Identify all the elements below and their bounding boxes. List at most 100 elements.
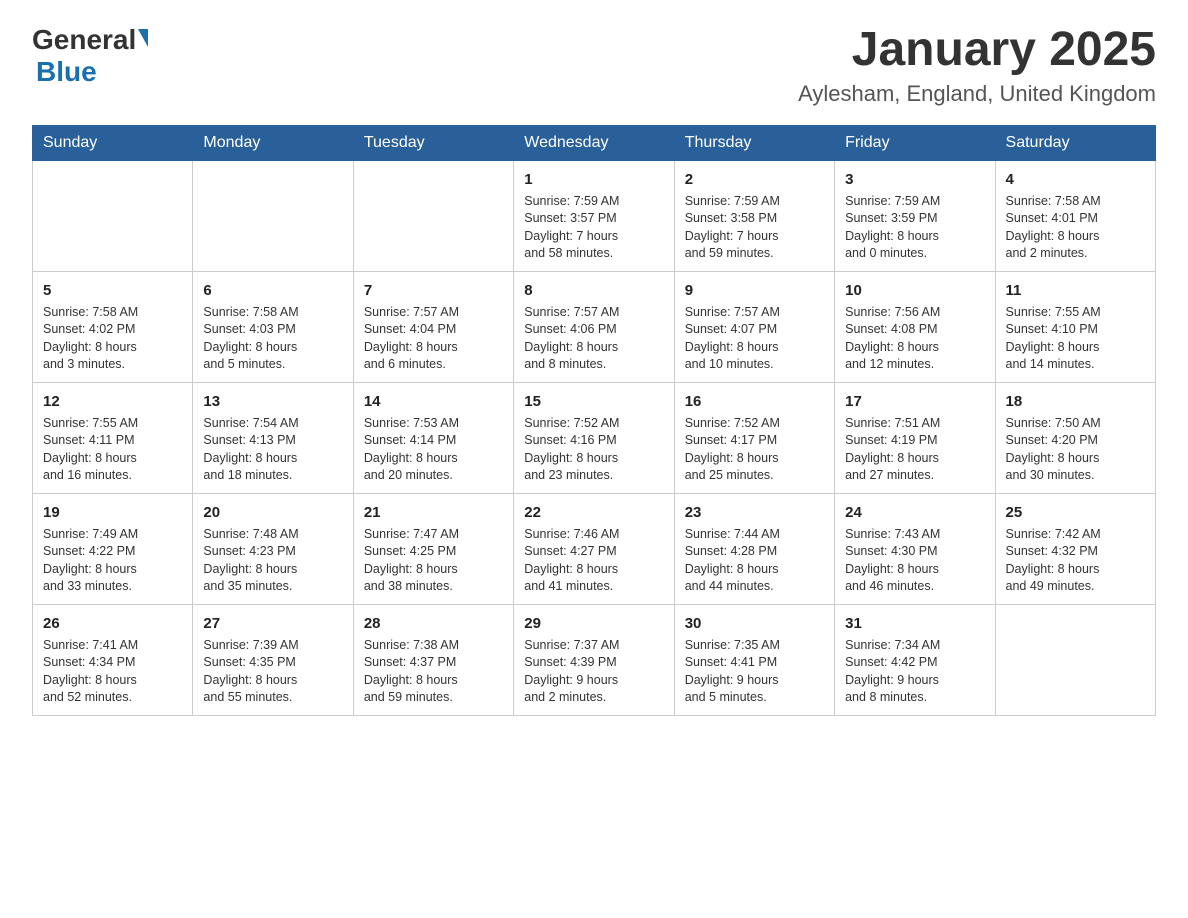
day-number: 8 <box>524 280 663 301</box>
day-info: Sunrise: 7:52 AMSunset: 4:17 PMDaylight:… <box>685 415 824 485</box>
day-number: 21 <box>364 502 503 523</box>
day-number: 1 <box>524 169 663 190</box>
calendar-cell: 20 Sunrise: 7:48 AMSunset: 4:23 PMDayligh… <box>193 493 353 604</box>
day-number: 29 <box>524 613 663 634</box>
calendar-cell <box>33 160 193 271</box>
day-number: 5 <box>43 280 182 301</box>
day-number: 27 <box>203 613 342 634</box>
day-info: Sunrise: 7:59 AMSunset: 3:59 PMDaylight:… <box>845 193 984 263</box>
day-number: 16 <box>685 391 824 412</box>
day-number: 24 <box>845 502 984 523</box>
day-number: 18 <box>1006 391 1145 412</box>
day-number: 4 <box>1006 169 1145 190</box>
calendar-cell: 5 Sunrise: 7:58 AMSunset: 4:02 PMDaylight… <box>33 271 193 382</box>
logo: General Blue <box>32 24 148 88</box>
calendar-cell <box>193 160 353 271</box>
calendar-cell: 3 Sunrise: 7:59 AMSunset: 3:59 PMDaylight… <box>835 160 995 271</box>
day-number: 23 <box>685 502 824 523</box>
calendar-cell: 30 Sunrise: 7:35 AMSunset: 4:41 PMDayligh… <box>674 604 834 715</box>
calendar-cell: 4 Sunrise: 7:58 AMSunset: 4:01 PMDaylight… <box>995 160 1155 271</box>
day-info: Sunrise: 7:57 AMSunset: 4:07 PMDaylight:… <box>685 304 824 374</box>
day-info: Sunrise: 7:59 AMSunset: 3:58 PMDaylight:… <box>685 193 824 263</box>
day-info: Sunrise: 7:56 AMSunset: 4:08 PMDaylight:… <box>845 304 984 374</box>
day-number: 19 <box>43 502 182 523</box>
calendar-cell: 10Sunrise: 7:56 AMSunset: 4:08 PMDayligh… <box>835 271 995 382</box>
calendar-cell: 22 Sunrise: 7:46 AMSunset: 4:27 PMDayligh… <box>514 493 674 604</box>
day-info: Sunrise: 7:59 AMSunset: 3:57 PMDaylight:… <box>524 193 663 263</box>
day-number: 14 <box>364 391 503 412</box>
calendar-cell: 2 Sunrise: 7:59 AMSunset: 3:58 PMDaylight… <box>674 160 834 271</box>
header-saturday: Saturday <box>995 125 1155 160</box>
day-number: 30 <box>685 613 824 634</box>
calendar-cell: 18 Sunrise: 7:50 AMSunset: 4:20 PMDayligh… <box>995 382 1155 493</box>
logo-general: General <box>32 24 136 56</box>
month-title: January 2025 <box>798 24 1156 77</box>
day-info: Sunrise: 7:55 AMSunset: 4:10 PMDaylight:… <box>1006 304 1145 374</box>
calendar-table: Sunday Monday Tuesday Wednesday Thursday… <box>32 125 1156 716</box>
header-monday: Monday <box>193 125 353 160</box>
calendar-cell: 15Sunrise: 7:52 AMSunset: 4:16 PMDayligh… <box>514 382 674 493</box>
calendar-week-row-1: 1 Sunrise: 7:59 AMSunset: 3:57 PMDaylight… <box>33 160 1156 271</box>
day-info: Sunrise: 7:42 AMSunset: 4:32 PMDaylight:… <box>1006 526 1145 596</box>
day-info: Sunrise: 7:43 AMSunset: 4:30 PMDaylight:… <box>845 526 984 596</box>
day-info: Sunrise: 7:39 AMSunset: 4:35 PMDaylight:… <box>203 637 342 707</box>
day-info: Sunrise: 7:58 AMSunset: 4:01 PMDaylight:… <box>1006 193 1145 263</box>
location-title: Aylesham, England, United Kingdom <box>798 81 1156 107</box>
day-info: Sunrise: 7:51 AMSunset: 4:19 PMDaylight:… <box>845 415 984 485</box>
day-info: Sunrise: 7:46 AMSunset: 4:27 PMDaylight:… <box>524 526 663 596</box>
day-info: Sunrise: 7:41 AMSunset: 4:34 PMDaylight:… <box>43 637 182 707</box>
calendar-cell: 29 Sunrise: 7:37 AMSunset: 4:39 PMDayligh… <box>514 604 674 715</box>
calendar-cell: 28 Sunrise: 7:38 AMSunset: 4:37 PMDayligh… <box>353 604 513 715</box>
day-number: 3 <box>845 169 984 190</box>
day-info: Sunrise: 7:58 AMSunset: 4:02 PMDaylight:… <box>43 304 182 374</box>
logo-blue: Blue <box>36 56 97 87</box>
day-number: 9 <box>685 280 824 301</box>
header-thursday: Thursday <box>674 125 834 160</box>
day-info: Sunrise: 7:34 AMSunset: 4:42 PMDaylight:… <box>845 637 984 707</box>
day-number: 20 <box>203 502 342 523</box>
day-number: 25 <box>1006 502 1145 523</box>
calendar-cell: 16 Sunrise: 7:52 AMSunset: 4:17 PMDayligh… <box>674 382 834 493</box>
day-info: Sunrise: 7:57 AMSunset: 4:06 PMDaylight:… <box>524 304 663 374</box>
day-info: Sunrise: 7:49 AMSunset: 4:22 PMDaylight:… <box>43 526 182 596</box>
calendar-cell: 31 Sunrise: 7:34 AMSunset: 4:42 PMDayligh… <box>835 604 995 715</box>
day-number: 2 <box>685 169 824 190</box>
header-wednesday: Wednesday <box>514 125 674 160</box>
calendar-cell: 13Sunrise: 7:54 AMSunset: 4:13 PMDayligh… <box>193 382 353 493</box>
day-info: Sunrise: 7:57 AMSunset: 4:04 PMDaylight:… <box>364 304 503 374</box>
calendar-cell: 12Sunrise: 7:55 AMSunset: 4:11 PMDayligh… <box>33 382 193 493</box>
calendar-cell: 27 Sunrise: 7:39 AMSunset: 4:35 PMDayligh… <box>193 604 353 715</box>
page-header: General Blue January 2025 Aylesham, Engl… <box>32 24 1156 107</box>
day-number: 7 <box>364 280 503 301</box>
day-info: Sunrise: 7:50 AMSunset: 4:20 PMDaylight:… <box>1006 415 1145 485</box>
calendar-cell: 1 Sunrise: 7:59 AMSunset: 3:57 PMDaylight… <box>514 160 674 271</box>
day-number: 11 <box>1006 280 1145 301</box>
calendar-cell: 24 Sunrise: 7:43 AMSunset: 4:30 PMDayligh… <box>835 493 995 604</box>
calendar-cell: 25 Sunrise: 7:42 AMSunset: 4:32 PMDayligh… <box>995 493 1155 604</box>
day-info: Sunrise: 7:37 AMSunset: 4:39 PMDaylight:… <box>524 637 663 707</box>
calendar-cell: 19 Sunrise: 7:49 AMSunset: 4:22 PMDayligh… <box>33 493 193 604</box>
calendar-cell: 6Sunrise: 7:58 AMSunset: 4:03 PMDaylight… <box>193 271 353 382</box>
calendar-cell: 11 Sunrise: 7:55 AMSunset: 4:10 PMDayligh… <box>995 271 1155 382</box>
calendar-cell: 9 Sunrise: 7:57 AMSunset: 4:07 PMDaylight… <box>674 271 834 382</box>
day-number: 15 <box>524 391 663 412</box>
calendar-cell: 8 Sunrise: 7:57 AMSunset: 4:06 PMDaylight… <box>514 271 674 382</box>
calendar-cell: 17 Sunrise: 7:51 AMSunset: 4:19 PMDayligh… <box>835 382 995 493</box>
day-number: 31 <box>845 613 984 634</box>
calendar-cell: 21Sunrise: 7:47 AMSunset: 4:25 PMDayligh… <box>353 493 513 604</box>
logo-triangle-icon <box>138 29 148 47</box>
day-number: 28 <box>364 613 503 634</box>
day-info: Sunrise: 7:35 AMSunset: 4:41 PMDaylight:… <box>685 637 824 707</box>
calendar-cell: 14Sunrise: 7:53 AMSunset: 4:14 PMDayligh… <box>353 382 513 493</box>
calendar-cell: 26Sunrise: 7:41 AMSunset: 4:34 PMDayligh… <box>33 604 193 715</box>
day-number: 12 <box>43 391 182 412</box>
calendar-cell: 7 Sunrise: 7:57 AMSunset: 4:04 PMDaylight… <box>353 271 513 382</box>
calendar-cell: 23Sunrise: 7:44 AMSunset: 4:28 PMDayligh… <box>674 493 834 604</box>
weekday-header-row: Sunday Monday Tuesday Wednesday Thursday… <box>33 125 1156 160</box>
day-number: 22 <box>524 502 663 523</box>
title-area: January 2025 Aylesham, England, United K… <box>798 24 1156 107</box>
day-number: 13 <box>203 391 342 412</box>
day-number: 17 <box>845 391 984 412</box>
day-info: Sunrise: 7:48 AMSunset: 4:23 PMDaylight:… <box>203 526 342 596</box>
day-info: Sunrise: 7:38 AMSunset: 4:37 PMDaylight:… <box>364 637 503 707</box>
